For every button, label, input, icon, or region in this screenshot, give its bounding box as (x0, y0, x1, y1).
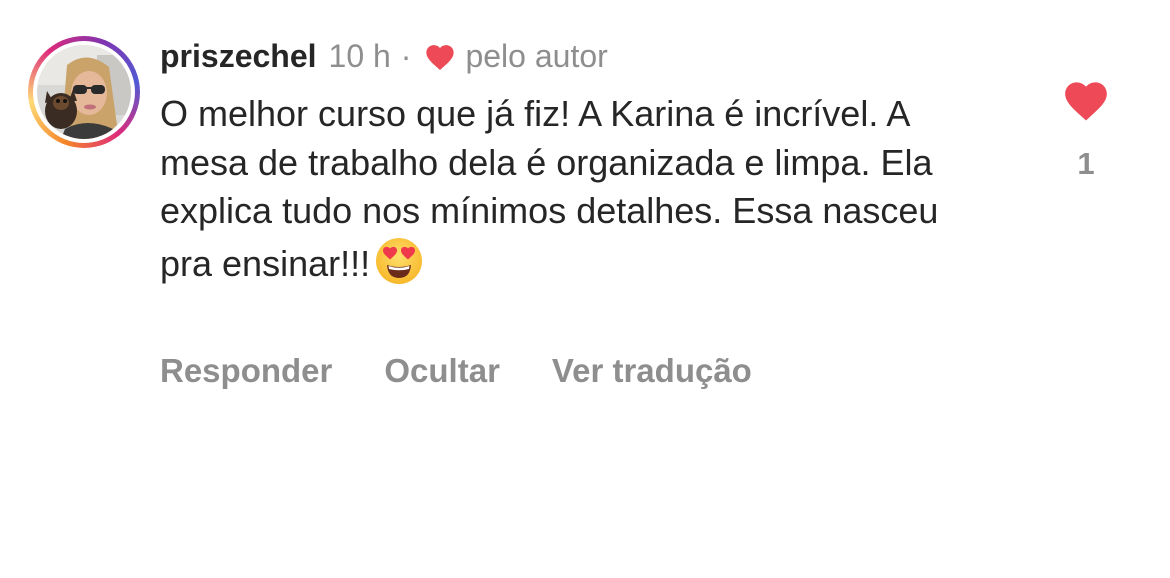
translate-button[interactable]: Ver tradução (552, 352, 752, 390)
comment-text: O melhor curso que já fiz! A Karina é in… (160, 90, 980, 298)
comment-actions: Responder Ocultar Ver tradução (160, 352, 752, 390)
username-link[interactable]: priszechel (160, 38, 317, 75)
hide-button[interactable]: Ocultar (384, 352, 500, 390)
reply-button[interactable]: Responder (160, 352, 332, 390)
like-button[interactable] (1058, 72, 1114, 126)
liked-by-author-label: pelo autor (465, 37, 608, 74)
separator-dot: · (400, 37, 412, 74)
heart-filled-icon (1065, 82, 1107, 121)
timestamp: 10 h (328, 37, 391, 74)
avatar[interactable] (28, 36, 140, 148)
comment-header: priszechel 10 h · pelo autor (160, 34, 608, 78)
profile-photo (37, 45, 131, 139)
heart-icon (423, 41, 457, 71)
heart-eyes-emoji-icon (374, 236, 424, 299)
comment: priszechel 10 h · pelo autor O melhor cu… (0, 0, 1170, 578)
comment-body: O melhor curso que já fiz! A Karina é in… (160, 93, 939, 284)
like-count[interactable]: 1 (1056, 146, 1116, 182)
profile-photo-image (37, 45, 131, 139)
